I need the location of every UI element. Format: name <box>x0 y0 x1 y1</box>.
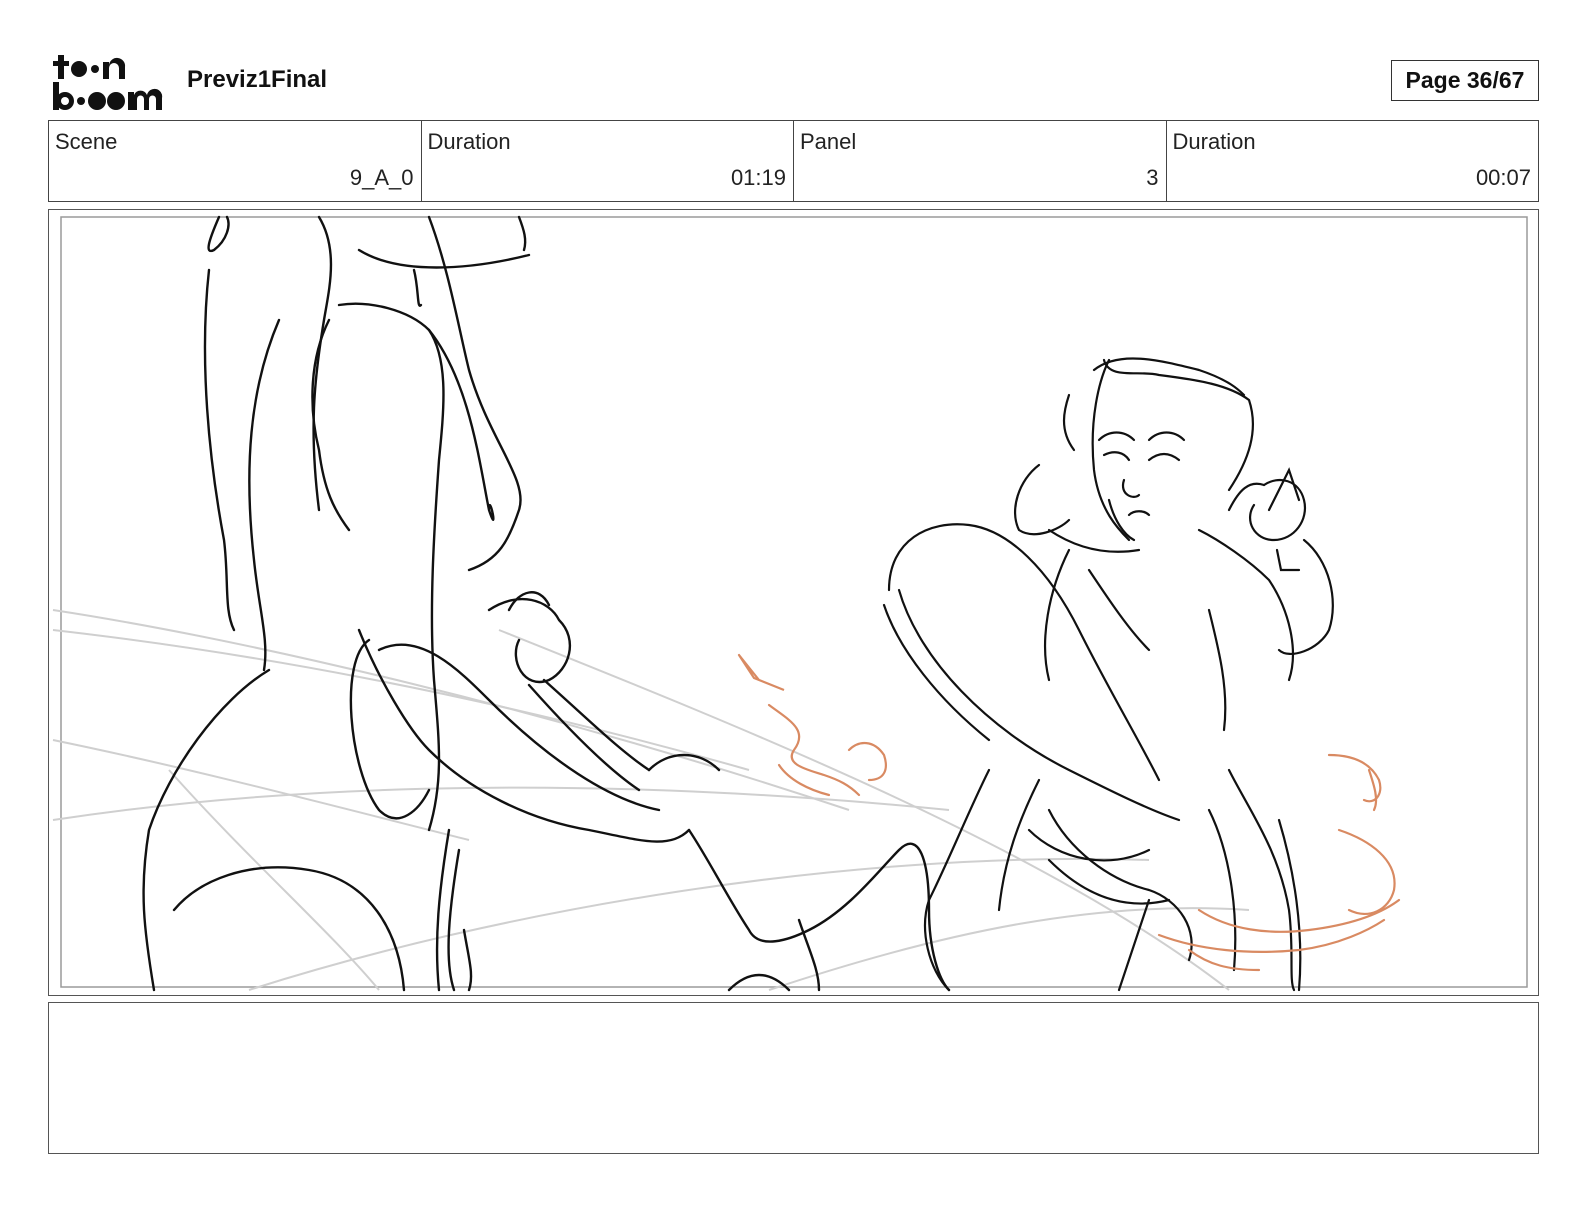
scene-duration-value: 01:19 <box>730 165 786 190</box>
project-title: Previz1Final <box>187 66 328 93</box>
panel-cell: Panel 3 <box>794 121 1167 201</box>
scene-cell: Scene 9_A_0 <box>49 121 422 201</box>
panel-duration-cell: Duration 00:07 <box>1167 121 1539 201</box>
page-number: Page 36/67 <box>1391 60 1539 101</box>
panel-value: 3 <box>1146 165 1159 190</box>
scene-duration-cell: Duration 01:19 <box>422 121 794 201</box>
panel-label: Panel <box>800 129 857 154</box>
panel-notes <box>48 1002 1539 1154</box>
scene-label: Scene <box>55 129 118 154</box>
panel-duration-value: 00:07 <box>1475 165 1531 190</box>
storyboard-panel <box>48 209 1539 996</box>
storyboard-sketch <box>52 215 1528 992</box>
toon-boom-logo <box>53 55 163 110</box>
panel-duration-label: Duration <box>1172 129 1256 154</box>
scene-info-bar: Scene 9_A_0 Duration 01:19 Panel 3 Durat… <box>48 120 1539 202</box>
scene-duration-label: Duration <box>427 129 511 154</box>
scene-value: 9_A_0 <box>349 165 414 190</box>
